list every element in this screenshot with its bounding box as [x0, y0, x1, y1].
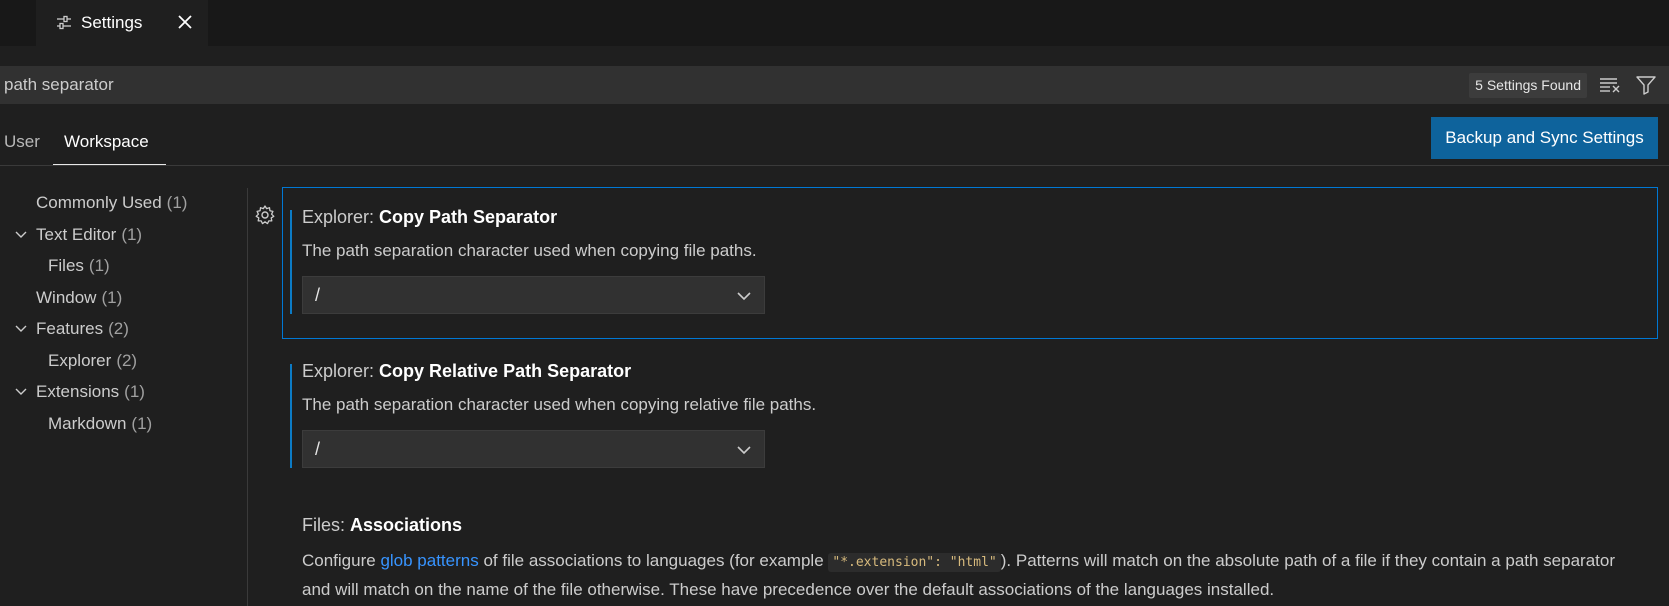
toc-item-count: (1)	[166, 193, 188, 212]
toc-item-window[interactable]: Window (1)	[36, 285, 122, 311]
setting-description: Configure glob patterns of file associat…	[302, 547, 1647, 603]
toc-item-commonly-used[interactable]: Commonly Used (1)	[36, 190, 187, 216]
toc-item-explorer[interactable]: Explorer (2)	[48, 348, 137, 374]
setting-category: Explorer:	[302, 207, 380, 227]
tab-settings[interactable]: Settings	[36, 0, 208, 46]
chevron-down-icon[interactable]	[14, 228, 28, 242]
clear-filter-icon[interactable]	[1599, 75, 1621, 95]
copy-relative-path-separator-select[interactable]: /	[302, 430, 765, 468]
toc-item-label: Window	[36, 288, 97, 307]
setting-name: Copy Path Separator	[379, 207, 558, 227]
editor-tab-bar: Settings	[0, 0, 1669, 46]
setting-description: The path separation character used when …	[302, 395, 817, 414]
tab-workspace[interactable]: Workspace	[64, 132, 149, 152]
setting-description: The path separation character used when …	[302, 241, 757, 260]
description-text: Configure	[302, 551, 381, 570]
toc-item-label: Explorer	[48, 351, 112, 370]
toc-item-count: (2)	[108, 319, 129, 338]
scope-divider	[0, 165, 1669, 166]
chevron-down-icon[interactable]	[14, 322, 28, 336]
backup-sync-button[interactable]: Backup and Sync Settings	[1431, 117, 1658, 159]
settings-search-input[interactable]	[0, 67, 1300, 103]
toc-item-label: Text Editor	[36, 225, 117, 244]
toc-item-count: (1)	[101, 288, 123, 307]
glob-patterns-link[interactable]: glob patterns	[380, 551, 478, 570]
toc-item-count: (1)	[124, 382, 145, 401]
copy-path-separator-select[interactable]: /	[302, 276, 765, 314]
modified-indicator	[290, 364, 292, 468]
chevron-down-icon[interactable]	[14, 385, 28, 399]
toc-item-features[interactable]: Features (2)	[15, 316, 129, 342]
select-value: /	[315, 439, 321, 459]
setting-title: Files: Associations	[302, 515, 462, 536]
toc-item-count: (2)	[116, 351, 138, 370]
settings-search-bar: 5 Settings Found	[0, 66, 1669, 104]
toc-item-files[interactable]: Files (1)	[48, 253, 110, 279]
setting-category: Explorer:	[302, 361, 380, 381]
setting-name: Copy Relative Path Separator	[379, 361, 632, 381]
toc-item-count: (1)	[121, 225, 143, 244]
code-snippet: "*.extension": "html"	[828, 553, 1001, 572]
toc-item-label: Features	[36, 319, 104, 338]
toc-item-label: Markdown	[48, 414, 127, 433]
toc-item-text-editor[interactable]: Text Editor (1)	[15, 222, 143, 248]
toc-item-label: Files	[48, 256, 84, 275]
modified-indicator	[290, 210, 292, 314]
setting-title: Explorer: Copy Relative Path Separator	[302, 361, 631, 382]
close-icon[interactable]	[174, 11, 196, 33]
toc-item-count: (1)	[131, 414, 153, 433]
setting-name: Associations	[350, 515, 463, 535]
toc-divider	[247, 188, 248, 606]
filter-icon[interactable]	[1635, 75, 1657, 95]
settings-sliders-icon	[57, 15, 71, 30]
toc-item-markdown[interactable]: Markdown (1)	[48, 411, 152, 437]
description-text: of file associations to languages (for e…	[478, 551, 829, 570]
select-value: /	[315, 285, 321, 305]
tab-label: Settings	[81, 13, 143, 32]
toc-item-extensions[interactable]: Extensions (1)	[15, 379, 145, 405]
tab-user[interactable]: User	[4, 132, 40, 152]
setting-title: Explorer: Copy Path Separator	[302, 207, 557, 228]
chevron-down-icon	[737, 446, 751, 455]
toc-item-label: Extensions	[36, 382, 120, 401]
toc-item-count: (1)	[88, 256, 110, 275]
setting-category: Files:	[302, 515, 351, 535]
results-count-badge: 5 Settings Found	[1469, 73, 1587, 98]
chevron-down-icon	[737, 292, 751, 301]
gear-icon[interactable]	[254, 204, 276, 226]
toc-item-label: Commonly Used	[36, 193, 162, 212]
